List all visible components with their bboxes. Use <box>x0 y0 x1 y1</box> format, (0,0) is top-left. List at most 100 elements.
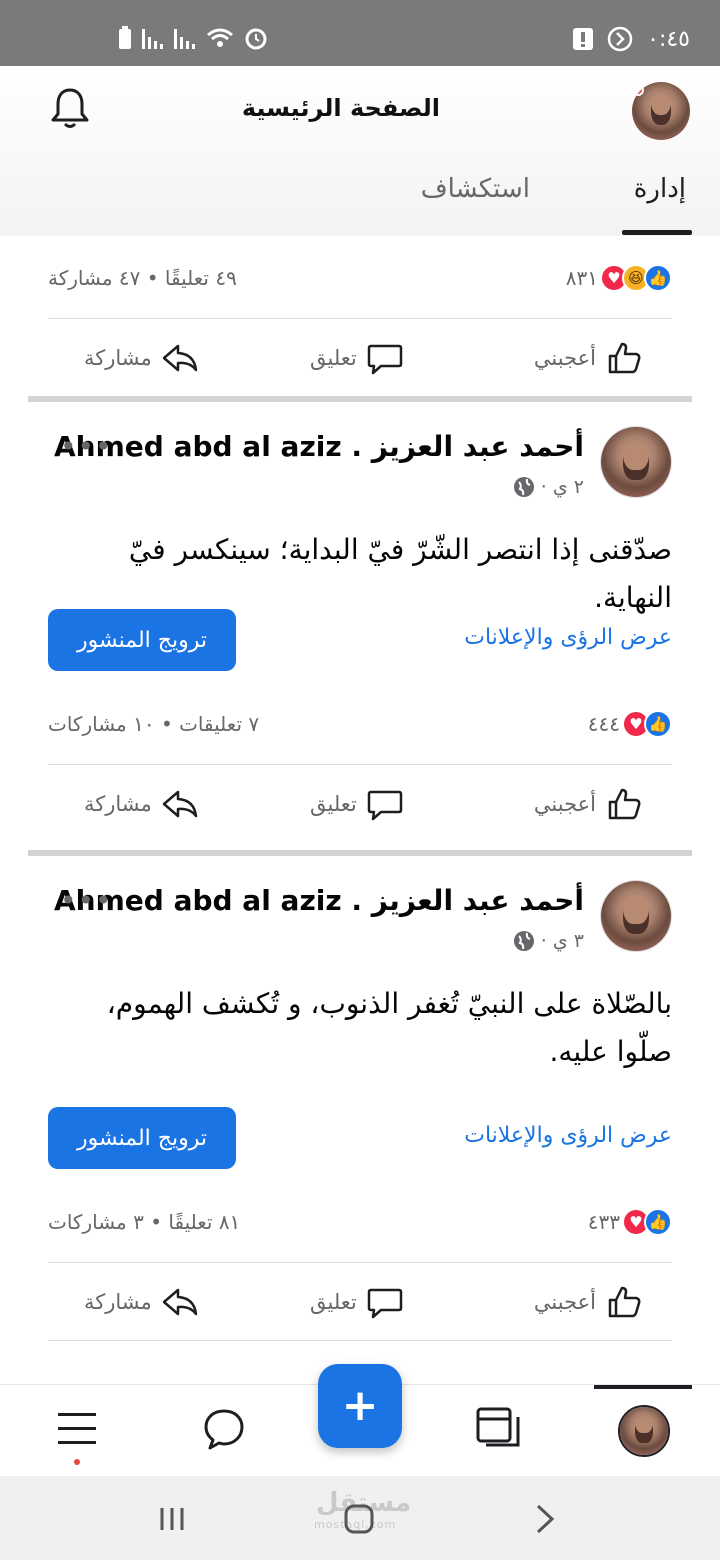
comment-icon <box>367 1288 403 1319</box>
pages-icon[interactable] <box>474 1405 522 1453</box>
post-header: أحمد عبد العزيز . Ahmed abd al aziz ٣ ي … <box>48 880 672 970</box>
status-time: ٠:٤٥ <box>647 26 690 52</box>
create-post-button[interactable]: + <box>318 1364 402 1448</box>
active-tab-indicator <box>622 230 692 235</box>
feed[interactable]: 👍 😆 ♥ ٨٣١ ٤٩ تعليقًا • ٤٧ مشاركة أعجبني … <box>0 236 720 1384</box>
page-title: الصفحة الرئيسية <box>241 94 440 122</box>
post-actions: أعجبني تعليق مشاركة <box>48 328 672 388</box>
post-meta: ٣ ي · <box>513 930 584 952</box>
reactions-summary[interactable]: 👍 ♥ ٤٤٤ <box>588 710 672 738</box>
post-stats: 👍 ♥ ٤٤٤ ٧ تعليقات • ١٠ مشاركات <box>48 706 672 746</box>
comment-icon <box>367 344 403 375</box>
signal-icon <box>142 29 163 49</box>
like-button[interactable]: أعجبني <box>534 338 644 378</box>
post-time: ٣ ي · <box>540 930 584 952</box>
comment-label: تعليق <box>310 346 357 370</box>
post-actions: أعجبني تعليق مشاركة <box>48 774 672 834</box>
avatar-image <box>601 427 671 497</box>
recent-apps-icon[interactable] <box>156 1502 196 1536</box>
comment-button[interactable]: تعليق <box>310 338 405 378</box>
share-label: مشاركة <box>84 792 152 816</box>
post-stats: 👍 ♥ ٤٣٣ ٨١ تعليقًا • ٣ مشاركات <box>48 1204 672 1244</box>
post-meta: ٢ ي · <box>513 476 584 498</box>
data-saver-icon <box>607 26 633 52</box>
post-separator <box>28 396 692 402</box>
share-icon <box>162 1288 198 1316</box>
share-icon <box>162 344 198 372</box>
thumbs-up-icon <box>608 1286 641 1318</box>
promo-row: ترويج المنشور عرض الرؤى والإعلانات <box>48 1107 672 1171</box>
header-avatar[interactable] <box>632 82 690 140</box>
back-icon[interactable] <box>526 1502 566 1536</box>
tab-explore[interactable]: استكشاف <box>421 174 530 204</box>
comments-shares-count[interactable]: ٤٩ تعليقًا • ٤٧ مشاركة <box>48 266 237 290</box>
more-options-icon[interactable]: ••• <box>60 884 113 917</box>
thumbs-up-icon <box>608 788 641 820</box>
view-insights-link[interactable]: عرض الرؤى والإعلانات <box>464 1123 672 1148</box>
alert-icon <box>573 28 594 50</box>
author-name[interactable]: أحمد عبد العزيز . Ahmed abd al aziz <box>54 430 584 463</box>
divider <box>48 318 672 319</box>
share-label: مشاركة <box>84 346 152 370</box>
author-avatar[interactable] <box>600 426 672 498</box>
status-icons-right: ٠:٤٥ <box>573 26 690 52</box>
post-time: ٢ ي · <box>540 476 584 498</box>
like-button[interactable]: أعجبني <box>534 1282 644 1322</box>
share-button[interactable]: مشاركة <box>84 1282 200 1322</box>
share-label: مشاركة <box>84 1290 152 1314</box>
comment-icon <box>367 790 403 821</box>
signal-icon-2 <box>174 29 195 49</box>
post-stats: 👍 😆 ♥ ٨٣١ ٤٩ تعليقًا • ٤٧ مشاركة <box>48 260 672 300</box>
active-nav-indicator <box>594 1385 692 1389</box>
like-label: أعجبني <box>533 1290 596 1314</box>
post-actions: أعجبني تعليق مشاركة <box>48 1272 672 1332</box>
like-label: أعجبني <box>533 792 596 816</box>
bell-icon[interactable] <box>48 86 92 130</box>
comment-label: تعليق <box>310 792 357 816</box>
reactions-summary[interactable]: 👍 😆 ♥ ٨٣١ <box>566 264 672 292</box>
chat-bubble-icon[interactable] <box>200 1405 248 1453</box>
avatar-image <box>620 1407 668 1455</box>
divider <box>48 764 672 765</box>
status-icons-left <box>118 26 268 50</box>
share-icon <box>162 790 198 818</box>
reaction-count: ٨٣١ <box>565 266 598 290</box>
notification-dot <box>632 84 644 96</box>
menu-icon[interactable] <box>56 1405 104 1465</box>
like-icon: 👍 <box>644 1208 672 1236</box>
post-text: صدّقنى إذا انتصر الشّرّ فيّ البداية؛ سين… <box>128 533 672 614</box>
share-button[interactable]: مشاركة <box>84 784 200 824</box>
post-separator <box>28 850 692 856</box>
promote-post-button[interactable]: ترويج المنشور <box>48 1107 236 1169</box>
reaction-count: ٤٤٤ <box>587 712 620 736</box>
author-avatar[interactable] <box>600 880 672 952</box>
divider <box>48 1340 672 1341</box>
thumbs-up-icon <box>608 342 641 374</box>
tab-manage[interactable]: إدارة <box>634 174 686 204</box>
like-label: أعجبني <box>533 346 596 370</box>
comment-button[interactable]: تعليق <box>310 1282 405 1322</box>
globe-icon <box>513 477 534 497</box>
share-button[interactable]: مشاركة <box>84 338 200 378</box>
like-button[interactable]: أعجبني <box>534 784 644 824</box>
comments-shares-count[interactable]: ٨١ تعليقًا • ٣ مشاركات <box>48 1210 240 1234</box>
system-nav: مستقل mostaql.com <box>0 1476 720 1560</box>
view-insights-link[interactable]: عرض الرؤى والإعلانات <box>464 625 672 650</box>
author-name[interactable]: أحمد عبد العزيز . Ahmed abd al aziz <box>54 884 584 917</box>
comment-label: تعليق <box>310 1290 357 1314</box>
post-header: أحمد عبد العزيز . Ahmed abd al aziz ٢ ي … <box>48 426 672 516</box>
promote-post-button[interactable]: ترويج المنشور <box>48 609 236 671</box>
profile-avatar[interactable] <box>618 1405 670 1457</box>
more-options-icon[interactable]: ••• <box>60 430 113 463</box>
alarm-icon <box>245 28 267 50</box>
comments-shares-count[interactable]: ٧ تعليقات • ١٠ مشاركات <box>48 712 259 736</box>
divider <box>48 1262 672 1263</box>
notification-dot <box>74 1459 80 1465</box>
status-bar: ٠:٤٥ <box>0 0 720 66</box>
avatar-image <box>601 881 671 951</box>
reactions-summary[interactable]: 👍 ♥ ٤٣٣ <box>588 1208 672 1236</box>
globe-icon <box>513 931 534 951</box>
app-header <box>0 66 720 236</box>
comment-button[interactable]: تعليق <box>310 784 405 824</box>
home-icon[interactable] <box>340 1502 380 1536</box>
